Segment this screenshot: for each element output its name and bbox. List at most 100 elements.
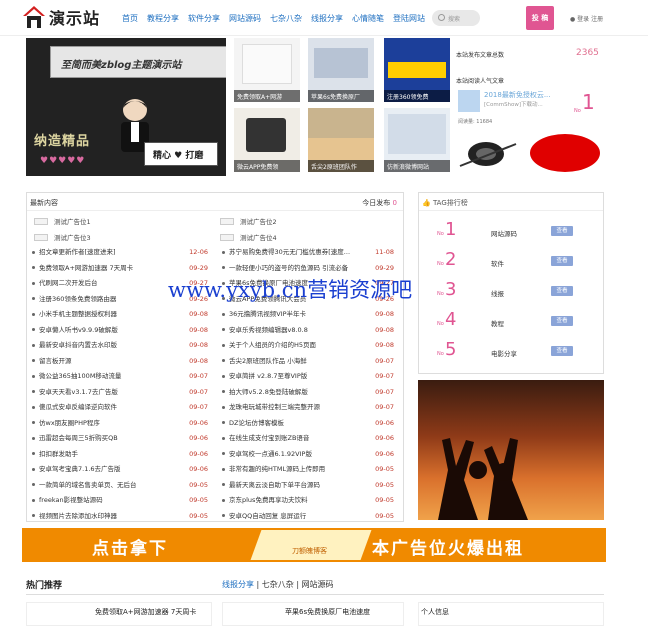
list-item[interactable]: freekan影视整站源码 09-05 (32, 496, 208, 505)
bullet-icon (222, 467, 225, 471)
nav-item[interactable]: 七杂八杂 (270, 13, 302, 24)
list-item-title: DZ论坛仿博客模板 (229, 418, 284, 427)
list-item[interactable]: 一款轻便小巧的盗号的钓鱼源码 引流必备 09-29 (222, 264, 394, 273)
list-item-date: 09-07 (189, 387, 208, 396)
bullet-icon (32, 343, 35, 347)
list-item[interactable]: 最新天离云淡自助下单平台源码 09-05 (222, 481, 394, 490)
search-input[interactable]: 搜索 (432, 10, 480, 26)
list-item[interactable]: 拍大师v5.2.8免登陆破解版 09-07 (222, 388, 394, 397)
hot-tab[interactable]: 线报分享 (222, 580, 254, 589)
car-parts-image (459, 142, 517, 167)
ad-banner[interactable]: 点击拿下 刀额魄博客 本广告位火爆出租 (22, 528, 606, 562)
ad-slot[interactable]: 测试广告位3 (34, 232, 91, 242)
thumb-card[interactable]: 舌尖2原班团队作 (308, 108, 374, 172)
list-item[interactable]: 一款简单的域名售卖单页、无后台 09-05 (32, 481, 208, 490)
list-item[interactable]: 舌尖2原班团队作品 小海鲜 09-07 (222, 357, 394, 366)
hot-tab[interactable]: 七杂八杂 (262, 580, 294, 589)
tag-row[interactable]: No 3 线报 查看 (419, 279, 605, 307)
tag-view-button[interactable]: 查看 (551, 256, 573, 266)
site-logo[interactable]: 演示站 (22, 5, 100, 29)
tag-ranking-panel: 👍 TAG排行榜 No 1 网站源码 查看 No 2 软件 查看 No 3 线报 查看 No 4 教程 查看 N… (418, 192, 604, 374)
ad-slot[interactable]: 测试广告位4 (220, 232, 277, 242)
list-item[interactable]: 小米手机主题整据授权利器 09-08 (32, 310, 208, 319)
thumb-caption: 仿新浪微博网站 (384, 160, 450, 172)
list-item[interactable]: 免费领取A+网游加速器 7天周卡 09-29 (32, 264, 208, 273)
thumb-card[interactable]: 微云APP免费领 (234, 108, 300, 172)
list-item[interactable]: 仿wx朋友圈PHP程序 09-06 (32, 419, 208, 428)
thumb-card[interactable]: 苹果6s免费换原厂 (308, 38, 374, 102)
list-item[interactable]: 苏宁易购免费得30元无门槛优惠券[速度... 11-08 (222, 248, 394, 257)
tag-row[interactable]: No 5 电影分享 查看 (419, 339, 605, 367)
tag-row[interactable]: No 4 教程 查看 (419, 309, 605, 337)
tag-row[interactable]: No 2 软件 查看 (419, 249, 605, 277)
bullet-icon (222, 514, 225, 517)
list-item-title: 安卓天天看v3.1.7去广告版 (39, 387, 118, 396)
list-item[interactable]: 在线生成支付宝到账ZB语音 09-06 (222, 434, 394, 443)
ad-slot[interactable]: 测试广告位2 (220, 216, 277, 226)
list-item[interactable]: 关于个人组员的介绍的H5页面 09-08 (222, 341, 394, 350)
list-item[interactable]: 安卓驾校一点通6.1.92VIP版 09-06 (222, 450, 394, 459)
tag-row[interactable]: No 1 网站源码 查看 (419, 219, 605, 247)
list-item-date: 09-05 (375, 465, 394, 473)
bullet-icon (222, 343, 225, 347)
site-title: 演示站 (49, 9, 101, 28)
bullet-icon (222, 359, 225, 362)
tag-view-button[interactable]: 查看 (551, 316, 573, 326)
bullet-icon (222, 498, 225, 502)
thumb-caption: 苹果6s免费换原厂 (308, 90, 374, 102)
list-item-date: 09-08 (375, 325, 394, 334)
ad-mid-text: 刀额魄博客 (292, 547, 327, 555)
hot-tabs: 线报分享 | 七杂八杂 | 网站源码 (222, 580, 334, 589)
list-item[interactable]: 安卓乐秀视频编辑器v8.0.8 09-08 (222, 326, 394, 335)
hot-tab[interactable]: 网站源码 (302, 580, 334, 589)
hero-slider[interactable]: 至简而美zblog主题演示站 纳造精品 ♥♥♥♥♥ 精心 ♥ 打磨 (26, 38, 226, 176)
tag-view-button[interactable]: 查看 (551, 286, 573, 296)
nav-item[interactable]: 线报分享 (311, 13, 343, 24)
thumb-caption: 微云APP免费领 (234, 160, 300, 172)
list-item[interactable]: 招文章更新作者[速度进来] 12-06 (32, 248, 208, 257)
nav-item[interactable]: 软件分享 (188, 13, 220, 24)
nav-item[interactable]: 登陆网站 (393, 13, 425, 24)
list-item-title: 傻瓜式安卓反编译逆向软件 (39, 403, 117, 411)
list-item[interactable]: 最新安卓抖音内置去水印版 09-08 (32, 341, 208, 350)
thumb-card[interactable]: 注册360领免费 (384, 38, 450, 102)
list-item[interactable]: 36元撸腾讯视频VIP半年卡 09-08 (222, 310, 394, 319)
nav-item[interactable]: 网站源码 (229, 13, 261, 24)
red-balloon-image (530, 134, 600, 172)
list-item[interactable]: 迅雷超会每周三5折购买QB 09-06 (32, 434, 208, 443)
hot-item[interactable]: 免费领取A+网游加速器 7天周卡 (26, 602, 212, 626)
bullet-icon (222, 421, 225, 424)
list-item[interactable]: 傻瓜式安卓反编译逆向软件 09-07 (32, 403, 208, 412)
list-item[interactable]: 安卓QQ自动回复 息屏运行 09-05 (222, 512, 394, 521)
login-links[interactable]: ● 登录 注册 (570, 14, 603, 23)
ad-slot[interactable]: 测试广告位1 (34, 216, 91, 226)
list-item[interactable]: 龙珠电玩城带控制三端完整开源 09-07 (222, 403, 394, 412)
list-item[interactable]: 微公益365抽100M移动流量 09-07 (32, 372, 208, 381)
tag-no: No (437, 261, 444, 267)
list-item[interactable]: 安卓懒人听书v9.9.9破解版 09-08 (32, 326, 208, 335)
list-item[interactable]: DZ论坛仿博客模板 09-06 (222, 419, 394, 428)
post-button[interactable]: 投 稿 (526, 6, 554, 30)
bullet-icon (222, 483, 225, 486)
list-item[interactable]: 京东plus免费再享功夫饮料 09-05 (222, 496, 394, 505)
popular-card[interactable]: 2018最新免授权云... [CommShow]下载动... 阅读量: 1168… (456, 86, 606, 126)
list-item[interactable]: 安卓天天看v3.1.7去广告版 09-07 (32, 388, 208, 397)
bullet-icon (32, 250, 35, 254)
hot-item[interactable]: 苹果6s免费换原厂电池速度 (222, 602, 404, 626)
nav-item[interactable]: 教程分享 (147, 13, 179, 24)
list-item[interactable]: 留言板开源 09-08 (32, 357, 208, 366)
tag-view-button[interactable]: 查看 (551, 226, 573, 236)
list-item[interactable]: 视频图片去除添加水印神器 09-05 (32, 512, 208, 521)
list-item[interactable]: 安卓驾考宝典7.1.6去广告版 09-06 (32, 465, 208, 474)
thumb-card[interactable]: 仿新浪微博网站 (384, 108, 450, 172)
bullet-icon (32, 421, 35, 424)
list-item-date: 12-06 (189, 248, 208, 256)
tag-view-button[interactable]: 查看 (551, 346, 573, 356)
watermark-text: www.yxyb.cn营销资源吧 (168, 278, 413, 302)
list-item[interactable]: 扣扣群发助手 09-06 (32, 450, 208, 459)
thumb-card[interactable]: 免费领取A+网游 (234, 38, 300, 102)
nav-item[interactable]: 首页 (122, 13, 138, 24)
nav-item[interactable]: 心情随笔 (352, 13, 384, 24)
list-item[interactable]: 非常有趣的纯HTML源码上传即用 09-05 (222, 465, 394, 474)
list-item[interactable]: 安卓简拼 v2.8.7至尊VIP版 09-07 (222, 372, 394, 381)
